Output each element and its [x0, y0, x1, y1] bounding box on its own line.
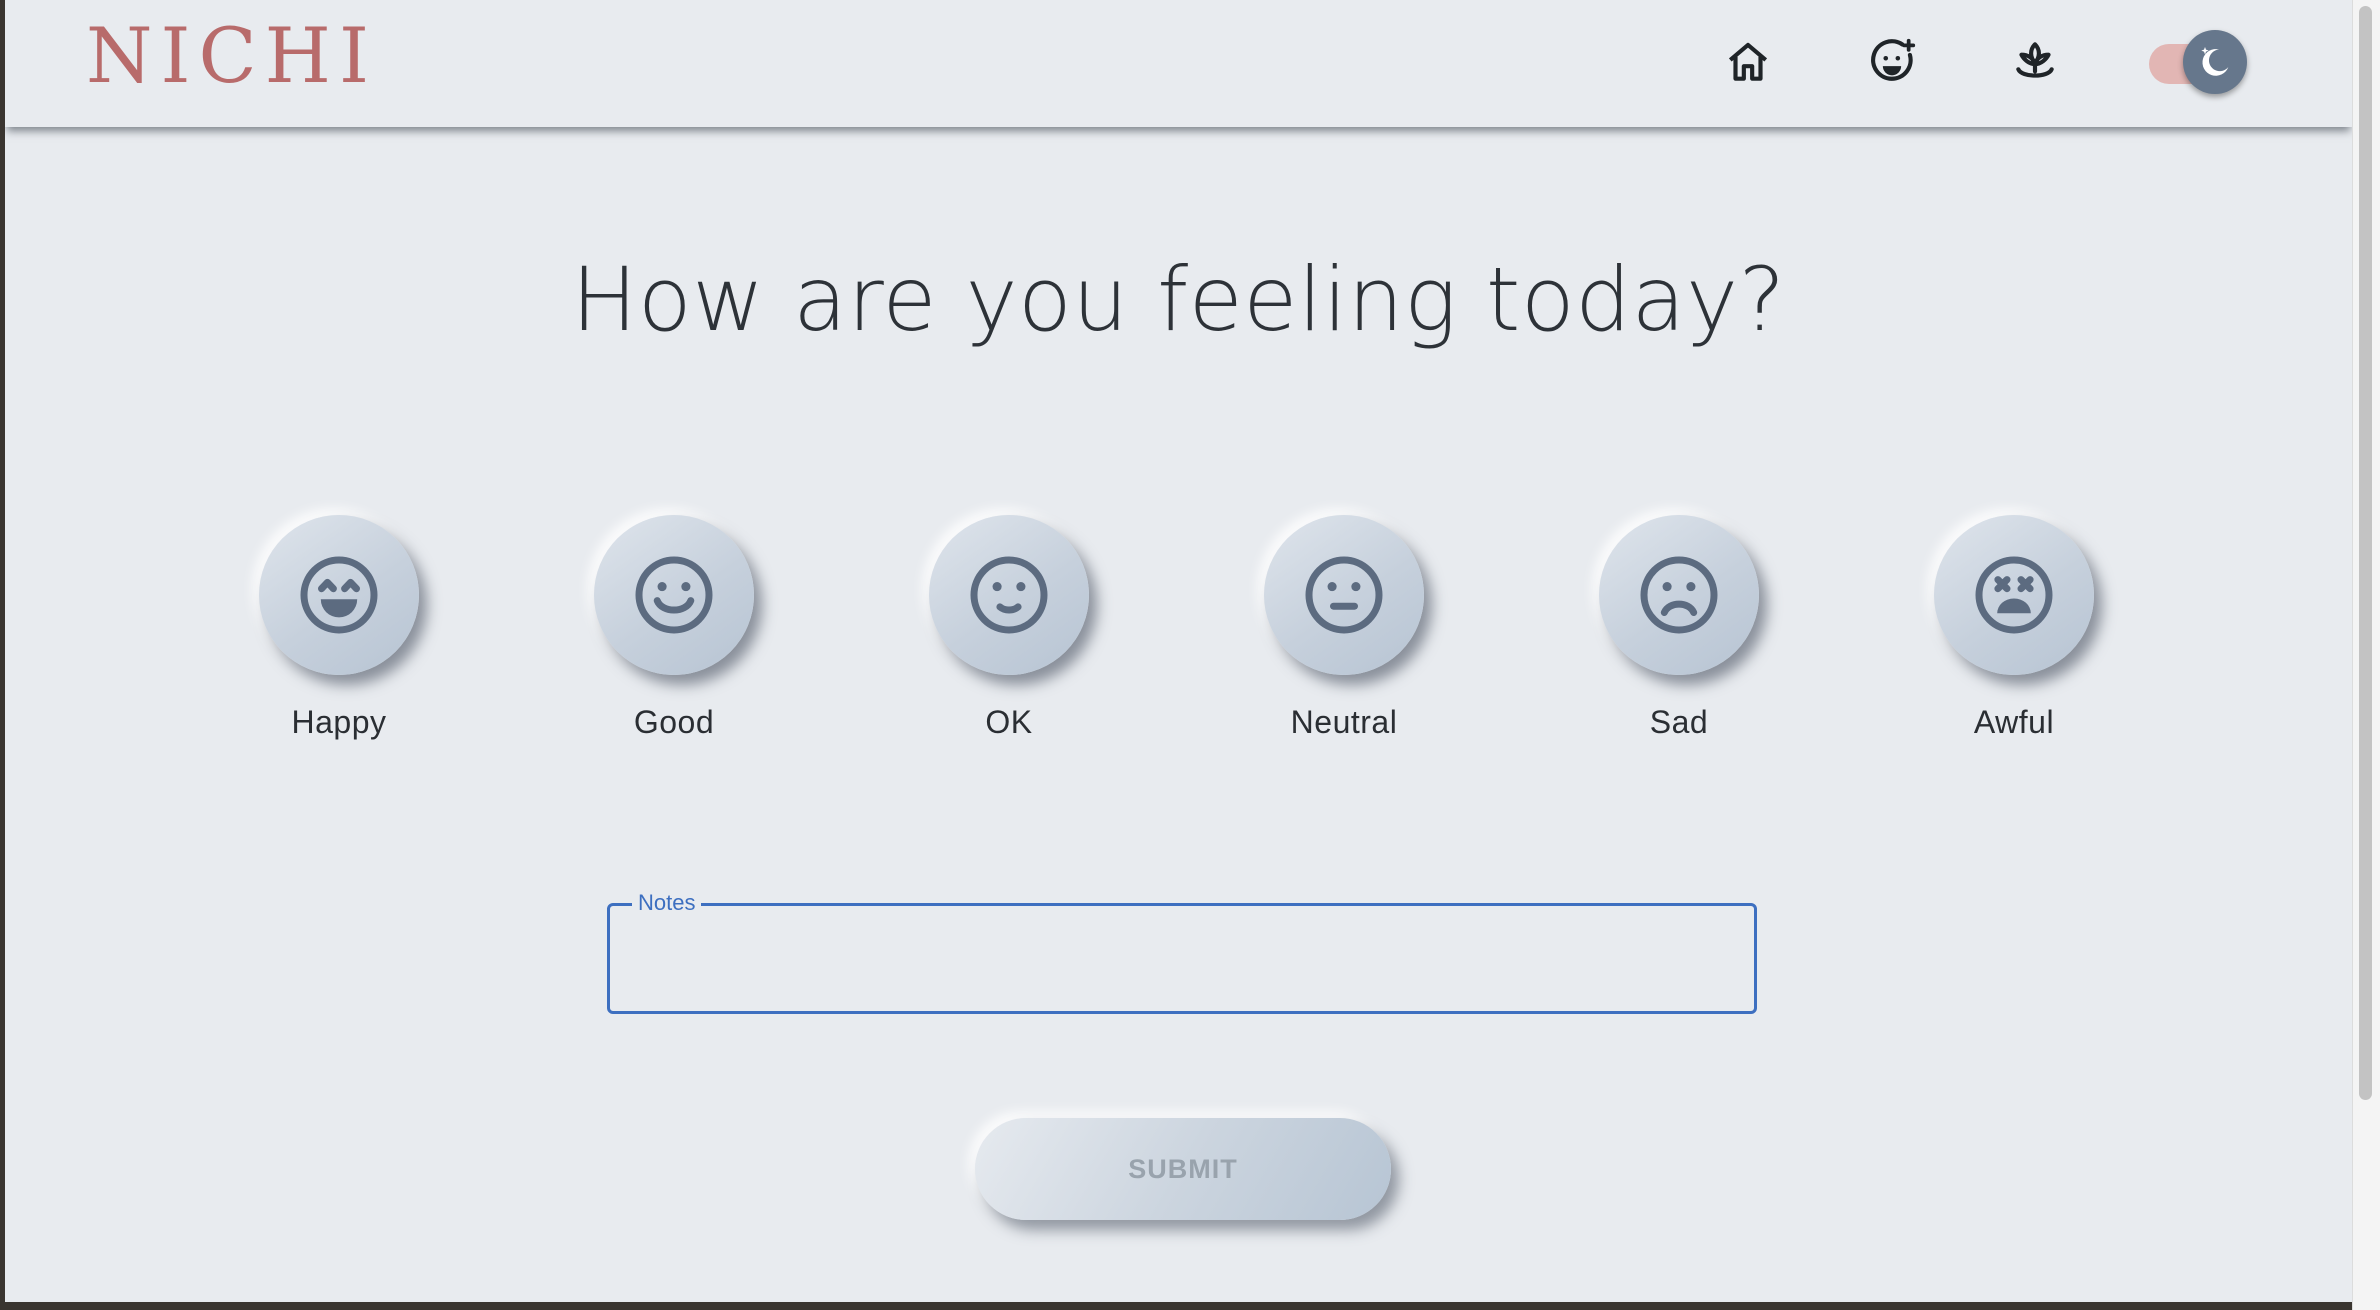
- page-title: How are you feeling today?: [571, 248, 1786, 351]
- theme-toggle[interactable]: [2145, 30, 2247, 98]
- mood-label: Awful: [1973, 704, 2055, 740]
- face-slight-smile-icon: [970, 556, 1048, 634]
- mood-option-good[interactable]: Good: [574, 512, 774, 752]
- mood-button[interactable]: [1599, 515, 1759, 675]
- mood-option-neutral[interactable]: Neutral: [1244, 512, 1444, 752]
- face-sad-icon: [1640, 556, 1718, 634]
- scrollbar-thumb[interactable]: [2359, 6, 2372, 1100]
- notes-label: Notes: [632, 889, 702, 917]
- face-laughing-icon: [300, 556, 378, 634]
- submit-button[interactable]: SUBMIT: [975, 1118, 1391, 1220]
- mood-label: Happy: [291, 704, 387, 740]
- face-neutral-icon: [1305, 556, 1383, 634]
- mood-option-happy[interactable]: Happy: [239, 512, 439, 752]
- app-window: NICHI How are you feeling today? Happy G…: [5, 0, 2352, 1302]
- mood-label: Sad: [1649, 704, 1709, 740]
- home-icon[interactable]: [1719, 33, 1777, 91]
- mood-option-awful[interactable]: Awful: [1914, 512, 2114, 752]
- mood-label: Good: [633, 704, 715, 740]
- logo[interactable]: NICHI: [86, 18, 377, 94]
- mood-selector: Happy Good OK Neutral Sad Awful: [5, 512, 2352, 752]
- face-smile-icon: [635, 556, 713, 634]
- mood-face-icon[interactable]: [1863, 33, 1921, 91]
- notes-field[interactable]: Notes: [607, 889, 1757, 1014]
- sprout-icon[interactable]: [2006, 33, 2064, 91]
- mood-button[interactable]: [594, 515, 754, 675]
- face-dizzy-icon: [1975, 556, 2053, 634]
- mood-label: Neutral: [1290, 704, 1398, 740]
- mood-option-ok[interactable]: OK: [909, 512, 1109, 752]
- mood-label: OK: [985, 704, 1033, 740]
- mood-button[interactable]: [929, 515, 1089, 675]
- mood-button[interactable]: [259, 515, 419, 675]
- desktop-strip: [0, 1302, 2352, 1310]
- top-navbar: NICHI: [5, 0, 2352, 127]
- mood-button[interactable]: [1264, 515, 1424, 675]
- moon-icon: [2183, 30, 2247, 94]
- mood-button[interactable]: [1934, 515, 2094, 675]
- notes-input[interactable]: [630, 926, 1730, 990]
- mood-option-sad[interactable]: Sad: [1579, 512, 1779, 752]
